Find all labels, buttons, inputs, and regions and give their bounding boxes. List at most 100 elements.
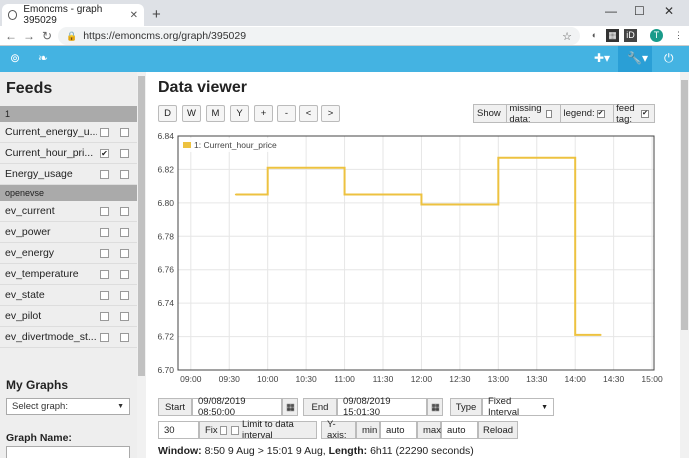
feed-right-axis-checkbox[interactable] xyxy=(120,270,129,279)
forward-icon[interactable]: → xyxy=(20,29,38,43)
month-button[interactable]: M xyxy=(206,105,225,122)
pan-left-button[interactable]: < xyxy=(299,105,318,122)
add-menu-icon[interactable]: ✚▾ xyxy=(594,51,610,65)
feed-right-axis-checkbox[interactable] xyxy=(120,207,129,216)
feed-left-axis-checkbox[interactable] xyxy=(100,228,109,237)
feed-right-axis-checkbox[interactable] xyxy=(120,291,129,300)
extension-icon[interactable]: ◐ xyxy=(588,29,601,42)
page-scroll-thumb[interactable] xyxy=(681,80,688,330)
leaf-icon[interactable]: ❧ xyxy=(38,51,48,65)
feed-row[interactable]: ev_current xyxy=(0,201,137,222)
feed-left-axis-checkbox[interactable] xyxy=(100,312,109,321)
feed-right-axis-checkbox[interactable] xyxy=(120,170,129,179)
fix-limit-group: Fix Limit to data interval xyxy=(199,419,317,441)
type-select[interactable]: Fixed Interval ▼ xyxy=(482,396,554,418)
feed-right-axis-checkbox[interactable] xyxy=(120,249,129,258)
feed-row[interactable]: ev_temperature xyxy=(0,264,137,285)
feed-right-axis-checkbox[interactable] xyxy=(120,312,129,321)
end-calendar-icon[interactable]: ▦ xyxy=(427,398,443,416)
feed-row[interactable]: ev_divertmode_st... xyxy=(0,327,137,348)
reload-button[interactable]: Reload xyxy=(478,421,518,439)
zoom-out-button[interactable]: - xyxy=(277,105,296,122)
graph-name-input[interactable] xyxy=(6,446,130,458)
feed-row[interactable]: ev_energy xyxy=(0,243,137,264)
feed-row[interactable]: Energy_usage xyxy=(0,164,137,185)
feed-row[interactable]: ev_state xyxy=(0,285,137,306)
reload-icon[interactable]: ↻ xyxy=(38,29,56,43)
end-input[interactable]: 09/08/2019 15:01:30 xyxy=(337,396,427,418)
end-label: End xyxy=(311,401,329,413)
browser-tab[interactable]: Emoncms - graph 395029 ✕ xyxy=(2,4,144,26)
data-point xyxy=(420,203,423,206)
window-close-icon[interactable]: ✕ xyxy=(664,4,674,18)
interval-input[interactable]: 30 xyxy=(158,421,199,439)
x-tick-label: 13:30 xyxy=(526,374,548,384)
feed-left-axis-checkbox[interactable] xyxy=(100,270,109,279)
type-value: Fixed Interval xyxy=(488,396,520,418)
data-point xyxy=(574,334,577,336)
start-input[interactable]: 09/08/2019 08:50:00 xyxy=(192,396,282,418)
browser-menu-icon[interactable]: ⋮ xyxy=(672,29,685,42)
feed-row[interactable]: ev_power xyxy=(0,222,137,243)
legend-checkbox[interactable]: ✔ xyxy=(596,109,605,118)
feed-left-axis-checkbox[interactable] xyxy=(100,333,109,342)
pan-right-button[interactable]: > xyxy=(321,105,340,122)
zoom-in-button[interactable]: + xyxy=(254,105,273,122)
feed-row[interactable]: ev_pilot xyxy=(0,306,137,327)
feed-right-axis-checkbox[interactable] xyxy=(120,228,129,237)
sidebar-scroll-thumb[interactable] xyxy=(138,76,145,376)
ymin-input[interactable]: auto xyxy=(380,421,417,439)
week-button[interactable]: W xyxy=(182,105,201,122)
feed-right-axis-checkbox[interactable] xyxy=(120,128,129,137)
feed-right-axis-checkbox[interactable] xyxy=(120,333,129,342)
missing-data-checkbox[interactable] xyxy=(546,109,552,118)
start-button[interactable]: Start xyxy=(158,398,192,416)
id-extension-icon[interactable]: iD xyxy=(624,29,637,42)
qr-extension-icon[interactable]: ▦ xyxy=(606,29,619,42)
feed-left-axis-checkbox[interactable] xyxy=(100,207,109,216)
profile-avatar[interactable]: T xyxy=(650,29,663,42)
feed-row[interactable]: Current_energy_u... xyxy=(0,122,137,143)
minimize-icon[interactable]: — xyxy=(605,4,617,18)
select-graph-dropdown[interactable]: Select graph: ▼ xyxy=(6,398,130,415)
feed-tag-label: feed tag: xyxy=(616,102,635,125)
feed-left-axis-checkbox[interactable] xyxy=(100,249,109,258)
wrench-menu-icon[interactable]: 🔧▾ xyxy=(627,51,648,65)
new-tab-icon[interactable]: + xyxy=(152,6,161,23)
feed-name: Current_hour_pri... xyxy=(5,147,94,159)
feed-left-axis-checkbox[interactable] xyxy=(100,128,109,137)
logout-icon[interactable]: ⏻ xyxy=(664,51,674,66)
back-icon[interactable]: ← xyxy=(2,29,20,43)
start-label: Start xyxy=(164,401,186,413)
end-button[interactable]: End xyxy=(303,398,337,416)
limit-checkbox[interactable] xyxy=(231,425,240,435)
tab-close-icon[interactable]: ✕ xyxy=(130,10,138,21)
page-title: Data viewer xyxy=(158,79,247,96)
start-calendar-icon[interactable]: ▦ xyxy=(282,398,298,416)
ymax-value: auto xyxy=(447,424,466,436)
feed-row[interactable]: Current_hour_pri... ✔ xyxy=(0,143,137,164)
window-summary: Window: 8:50 9 Aug > 15:01 9 Aug, Length… xyxy=(158,445,474,457)
ymax-input[interactable]: auto xyxy=(441,421,478,439)
fix-checkbox[interactable] xyxy=(219,425,228,435)
y-tick-label: 6.76 xyxy=(157,265,174,275)
bookmark-star-icon[interactable]: ☆ xyxy=(562,30,572,43)
x-tick-label: 10:30 xyxy=(295,374,317,384)
feed-left-axis-checkbox[interactable] xyxy=(100,291,109,300)
start-value: 09/08/2019 08:50:00 xyxy=(198,396,246,418)
x-tick-label: 10:00 xyxy=(257,374,279,384)
feed-tag-checkbox[interactable]: ✔ xyxy=(641,109,650,118)
feed-left-axis-checkbox[interactable] xyxy=(100,170,109,179)
browser-tab-bar: Emoncms - graph 395029 ✕ + — ☐ ✕ xyxy=(0,0,689,26)
maximize-icon[interactable]: ☐ xyxy=(634,4,645,18)
dashboard-icon[interactable]: ⊚ xyxy=(10,51,20,65)
interval-value: 30 xyxy=(164,424,175,436)
feed-left-axis-checkbox[interactable]: ✔ xyxy=(100,149,109,158)
day-button[interactable]: D xyxy=(158,105,177,122)
url-input[interactable]: 🔒 https://emoncms.org/graph/395029 ☆ xyxy=(58,27,580,45)
feed-name: ev_temperature xyxy=(5,268,79,280)
feed-right-axis-checkbox[interactable] xyxy=(120,149,129,158)
feed-group-header[interactable]: 1 xyxy=(0,106,137,122)
year-button[interactable]: Y xyxy=(230,105,249,122)
feed-group-header[interactable]: openevse xyxy=(0,185,137,201)
